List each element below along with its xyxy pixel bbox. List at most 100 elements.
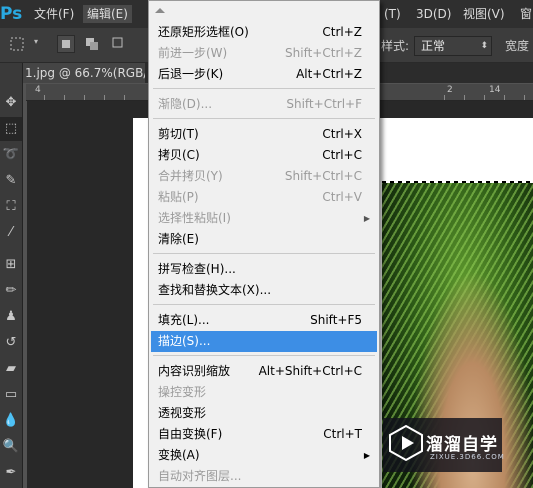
menu-item-perspective-warp[interactable]: 透视变形 xyxy=(151,403,377,424)
menu-item-shortcut: Alt+Ctrl+Z xyxy=(296,67,362,81)
menu-view[interactable]: 视图(V) xyxy=(459,5,509,23)
menu-item-shortcut: Shift+Ctrl+F xyxy=(286,97,362,111)
menu-item-label: 填充(L)... xyxy=(158,313,210,327)
submenu-arrow-icon: ▶ xyxy=(363,214,370,223)
toolbox: ✥ ⬚ ➰ ✎ ⛶ ⁄ ⊞ ✏ ♟ ↺ ▰ ▭ 💧 🔍 ✒ xyxy=(0,63,23,488)
menu-item-label: 拷贝(C) xyxy=(158,148,200,162)
menu-item-label: 选择性粘贴(I) xyxy=(158,211,231,225)
menu-item-label: 拼写检查(H)... xyxy=(158,262,236,276)
ruler-number: 2 xyxy=(447,85,453,95)
menu-item-shortcut: Ctrl+T xyxy=(323,427,362,441)
crop-tool-icon[interactable]: ⛶ xyxy=(0,195,22,219)
eyedropper-tool-icon[interactable]: ⁄ xyxy=(0,221,22,245)
menu-item-copy[interactable]: 拷贝(C) Ctrl+C xyxy=(151,145,377,166)
menu-item-puppet-warp[interactable]: 操控变形 xyxy=(151,382,377,403)
menu-item-label: 渐隐(D)... xyxy=(158,97,213,111)
style-value: 正常 xyxy=(421,39,446,53)
dodge-tool-icon[interactable]: 🔍 xyxy=(0,435,22,459)
edit-menu-dropdown: 还原矩形选框(O) Ctrl+Z 前进一步(W) Shift+Ctrl+Z 后退… xyxy=(148,0,380,488)
menu-item-paste[interactable]: 粘贴(P) Ctrl+V xyxy=(151,187,377,208)
menu-separator xyxy=(153,88,375,89)
quick-selection-tool-icon[interactable]: ✎ xyxy=(0,169,22,193)
menu-file[interactable]: 文件(F) xyxy=(30,5,78,23)
pen-tool-icon[interactable]: ✒ xyxy=(0,461,22,485)
watermark-title: 溜溜自学 xyxy=(426,435,498,455)
style-label: 样式: xyxy=(381,39,410,53)
menu-item-shortcut: Ctrl+X xyxy=(322,127,362,141)
document-tab[interactable]: 1.jpg @ 66.7%(RGB/ xyxy=(22,63,145,83)
menu-item-shortcut: Ctrl+V xyxy=(322,190,362,204)
menu-scroll-up-icon[interactable] xyxy=(155,8,165,13)
brush-tool-icon[interactable]: ✏ xyxy=(0,279,22,303)
history-brush-tool-icon[interactable]: ↺ xyxy=(0,331,22,355)
menu-item-shortcut: Ctrl+Z xyxy=(322,25,362,39)
menu-item-shortcut: Shift+F5 xyxy=(310,313,362,327)
menu-item-shortcut: Shift+Ctrl+C xyxy=(284,169,362,183)
menu-item-transform[interactable]: 变换(A) ▶ xyxy=(151,445,377,466)
menu-item-cut[interactable]: 剪切(T) Ctrl+X xyxy=(151,124,377,145)
move-tool-icon[interactable]: ✥ xyxy=(0,91,22,115)
menu-item-label: 粘贴(P) xyxy=(158,190,199,204)
photoshop-logo: Ps xyxy=(0,4,23,24)
menu-item-step-backward[interactable]: 后退一步(K) Alt+Ctrl+Z xyxy=(151,64,377,85)
subtract-from-selection-icon[interactable] xyxy=(110,35,128,53)
ruler-number: 14 xyxy=(489,85,501,95)
new-selection-icon[interactable] xyxy=(57,35,75,53)
submenu-arrow-icon: ▶ xyxy=(363,451,370,460)
menu-item-label: 后退一步(K) xyxy=(158,67,224,81)
add-to-selection-icon[interactable] xyxy=(83,35,101,53)
menu-item-fill[interactable]: 填充(L)... Shift+F5 xyxy=(151,310,377,331)
gradient-tool-icon[interactable]: ▭ xyxy=(0,383,22,407)
width-label: 宽度 xyxy=(505,39,530,53)
menu-item-paste-special[interactable]: 选择性粘贴(I) ▶ xyxy=(151,208,377,229)
menu-separator xyxy=(153,118,375,119)
preset-dropdown-icon[interactable]: ▾ xyxy=(34,37,38,46)
eraser-tool-icon[interactable]: ▰ xyxy=(0,357,22,381)
menu-edit[interactable]: 编辑(E) xyxy=(83,5,132,23)
menu-item-copy-merged[interactable]: 合并拷贝(Y) Shift+Ctrl+C xyxy=(151,166,377,187)
menu-item-find-replace[interactable]: 查找和替换文本(X)... xyxy=(151,280,377,301)
menu-3d[interactable]: 3D(D) xyxy=(412,5,455,23)
watermark-play-icon xyxy=(389,424,423,462)
watermark-subtitle: ZIXUE.3D66.COM xyxy=(430,453,505,461)
menu-item-label: 透视变形 xyxy=(158,406,207,420)
menu-item-label: 描边(S)... xyxy=(158,334,211,348)
menu-item-undo[interactable]: 还原矩形选框(O) Ctrl+Z xyxy=(151,22,377,43)
menu-item-label: 合并拷贝(Y) xyxy=(158,169,223,183)
menu-item-clear[interactable]: 清除(E) xyxy=(151,229,377,250)
menu-item-fade[interactable]: 渐隐(D)... Shift+Ctrl+F xyxy=(151,94,377,115)
menu-item-label: 自动对齐图层... xyxy=(158,469,242,483)
menu-item-label: 查找和替换文本(X)... xyxy=(158,283,272,297)
menu-item-label: 自由变换(F) xyxy=(158,427,223,441)
marquee-tool-icon[interactable]: ⬚ xyxy=(0,117,22,141)
marquee-tool-preset-icon[interactable] xyxy=(9,35,27,53)
menu-item-label: 清除(E) xyxy=(158,232,199,246)
ruler-number: 4 xyxy=(35,85,41,95)
menu-item-label: 还原矩形选框(O) xyxy=(158,25,249,39)
menu-item-shortcut: Ctrl+C xyxy=(322,148,362,162)
style-select[interactable]: 正常 ⬍ xyxy=(414,36,492,56)
menu-window[interactable]: 窗 xyxy=(516,5,533,23)
clone-stamp-tool-icon[interactable]: ♟ xyxy=(0,305,22,329)
menu-type[interactable]: (T) xyxy=(380,5,405,23)
menu-item-auto-align-layers[interactable]: 自动对齐图层... xyxy=(151,466,377,487)
menu-item-label: 剪切(T) xyxy=(158,127,199,141)
menu-item-step-forward[interactable]: 前进一步(W) Shift+Ctrl+Z xyxy=(151,43,377,64)
marquee-selection xyxy=(382,181,533,183)
menu-item-spell-check[interactable]: 拼写检查(H)... xyxy=(151,259,377,280)
menu-separator xyxy=(153,355,375,356)
menu-item-label: 变换(A) xyxy=(158,448,200,462)
menu-item-stroke[interactable]: 描边(S)... xyxy=(151,331,377,352)
blur-tool-icon[interactable]: 💧 xyxy=(0,409,22,433)
menu-item-label: 操控变形 xyxy=(158,385,207,399)
menu-item-label: 前进一步(W) xyxy=(158,46,228,60)
menu-separator xyxy=(153,304,375,305)
menu-item-free-transform[interactable]: 自由变换(F) Ctrl+T xyxy=(151,424,377,445)
lasso-tool-icon[interactable]: ➰ xyxy=(0,143,22,167)
menu-item-label: 内容识别缩放 xyxy=(158,364,231,378)
menu-item-content-aware-scale[interactable]: 内容识别缩放 Alt+Shift+Ctrl+C xyxy=(151,361,377,382)
menu-item-shortcut: Shift+Ctrl+Z xyxy=(285,46,362,60)
spinner-arrows-icon: ⬍ xyxy=(480,41,488,51)
menu-separator xyxy=(153,253,375,254)
healing-brush-tool-icon[interactable]: ⊞ xyxy=(0,253,22,277)
